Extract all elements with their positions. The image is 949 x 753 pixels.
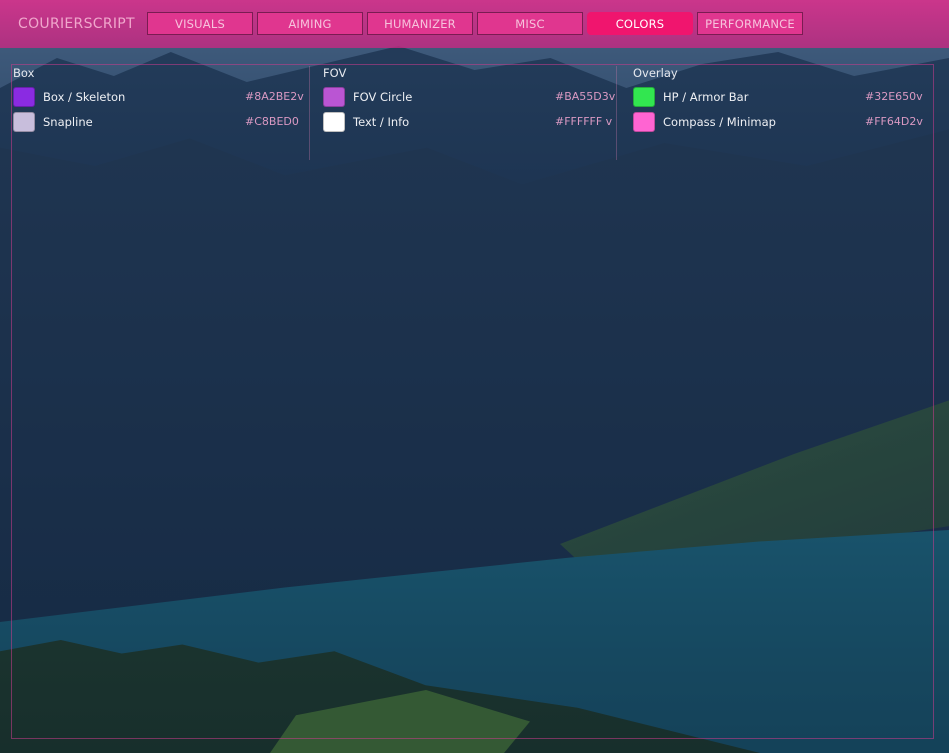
color-swatch[interactable] [13,87,35,107]
color-swatch[interactable] [633,87,655,107]
tab-strip: VISUALS AIMING HUMANIZER MISC COLORS PER… [147,12,803,35]
color-row-box-skeleton[interactable]: Box / Skeleton #8A2BE2v [11,87,311,109]
app-title: COURIERSCRIPT [18,16,135,32]
color-label: HP / Armor Bar [663,90,749,104]
color-label: FOV Circle [353,90,413,104]
color-row-text-info[interactable]: Text / Info #FFFFFF v [321,112,621,134]
color-swatch[interactable] [323,112,345,132]
tab-performance[interactable]: PERFORMANCE [697,12,803,35]
color-label: Text / Info [353,115,410,129]
color-swatch[interactable] [13,112,35,132]
color-row-fov-circle[interactable]: FOV Circle #BA55D3v [321,87,621,109]
section-title: FOV [323,66,347,80]
color-hex-value[interactable]: #FF64D2v [865,115,929,128]
color-row-hp-armor-bar[interactable]: HP / Armor Bar #32E650v [631,87,931,109]
color-row-compass-minimap[interactable]: Compass / Minimap #FF64D2v [631,112,931,134]
section-fov: FOV FOV Circle #BA55D3v Text / Info #FFF… [321,64,621,134]
section-overlay: Overlay HP / Armor Bar #32E650v Compass … [631,64,931,134]
color-hex-value[interactable]: #FFFFFF v [555,115,619,128]
tab-colors[interactable]: COLORS [587,12,693,35]
section-title: Box [13,66,35,80]
color-row-snapline[interactable]: Snapline #C8BED0 [11,112,311,134]
content-frame [11,64,934,739]
color-label: Compass / Minimap [663,115,776,129]
color-swatch[interactable] [323,87,345,107]
tab-misc[interactable]: MISC [477,12,583,35]
color-label: Box / Skeleton [43,90,126,104]
color-swatch[interactable] [633,112,655,132]
tab-humanizer[interactable]: HUMANIZER [367,12,473,35]
top-bar: COURIERSCRIPT VISUALS AIMING HUMANIZER M… [0,0,949,48]
tab-visuals[interactable]: VISUALS [147,12,253,35]
color-hex-value[interactable]: #32E650v [865,90,929,103]
color-hex-value[interactable]: #BA55D3v [555,90,619,103]
color-hex-value[interactable]: #8A2BE2v [245,90,309,103]
color-label: Snapline [43,115,93,129]
tab-aiming[interactable]: AIMING [257,12,363,35]
color-hex-value[interactable]: #C8BED0 [245,115,309,128]
section-title: Overlay [633,66,678,80]
section-box: Box Box / Skeleton #8A2BE2v Snapline #C8… [11,64,311,134]
